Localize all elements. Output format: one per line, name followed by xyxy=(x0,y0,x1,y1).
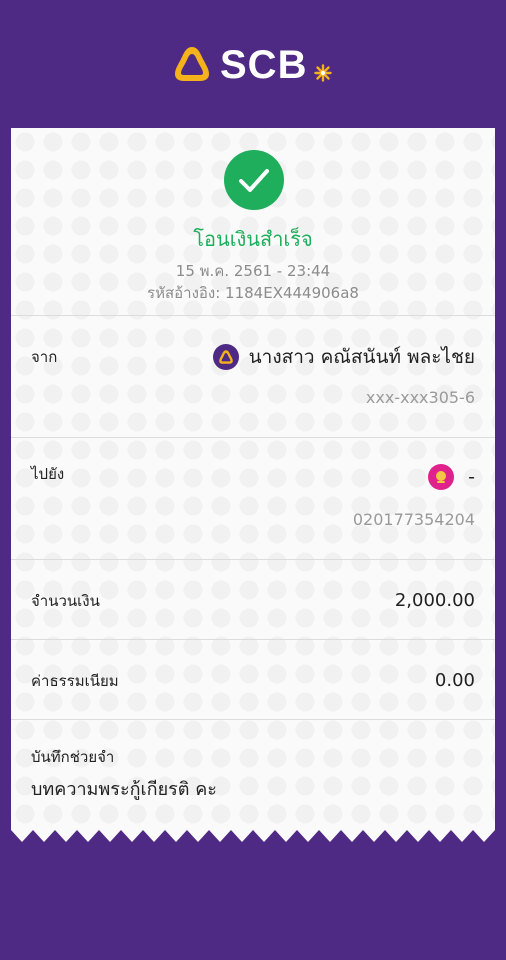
from-label: จาก xyxy=(31,348,58,366)
check-circle-icon xyxy=(224,150,284,210)
logo-text: SCB xyxy=(220,43,308,87)
scb-shell-icon xyxy=(175,47,209,81)
scb-bank-icon xyxy=(212,344,239,370)
divider xyxy=(11,559,495,560)
amount-label: จำนวนเงิน xyxy=(31,592,100,610)
memo-value: บทความพระกู้เกียรติ คะ xyxy=(31,779,217,800)
divider xyxy=(11,719,495,720)
star-icon xyxy=(314,64,332,82)
from-account-number: xxx-xxx305-6 xyxy=(365,388,475,407)
success-title: โอนเงินสำเร็จ xyxy=(193,227,313,251)
transfer-receipt: โอนเงินสำเร็จ 15 พ.ค. 2561 - 23:44 รหัสอ… xyxy=(11,128,495,830)
from-name: นางสาว คณัสนันท์ พละไชย xyxy=(248,346,475,368)
amount-value: 2,000.00 xyxy=(394,590,475,611)
receipt-torn-edge xyxy=(11,828,495,842)
to-name: - xyxy=(468,466,475,488)
scb-logo: SCB xyxy=(172,40,342,90)
reference-number: รหัสอ้างอิง: 1184EX444906a8 xyxy=(147,284,359,302)
divider xyxy=(11,437,495,438)
to-account-holder: - xyxy=(428,464,475,490)
memo-label: บันทึกช่วยจำ xyxy=(31,748,115,766)
fee-label: ค่าธรรมเนียม xyxy=(31,672,119,690)
to-label: ไปยัง xyxy=(31,465,65,483)
divider xyxy=(11,315,495,316)
app-header: SCB xyxy=(0,0,506,128)
divider xyxy=(11,639,495,640)
from-account-holder: นางสาว คณัสนันท์ พละไชย xyxy=(212,344,475,370)
to-account-number: 020177354204 xyxy=(352,510,475,529)
gsb-bank-icon xyxy=(428,464,455,490)
transaction-datetime: 15 พ.ค. 2561 - 23:44 xyxy=(175,262,331,280)
fee-value: 0.00 xyxy=(434,670,475,691)
